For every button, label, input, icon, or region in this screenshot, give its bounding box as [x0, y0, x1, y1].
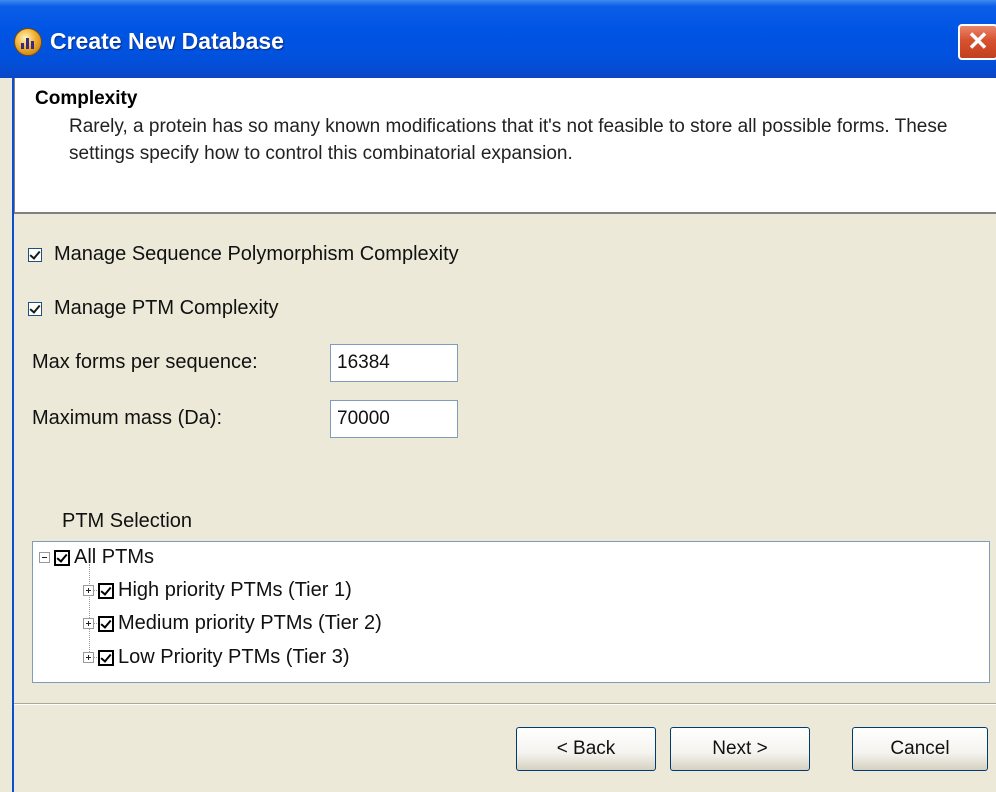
window-left-border	[0, 78, 14, 792]
back-button[interactable]: < Back	[516, 727, 656, 771]
tree-node-all-ptms[interactable]: All PTMs	[39, 546, 154, 569]
wizard-header: Complexity Rarely, a protein has so many…	[14, 78, 996, 214]
ptm-complexity-label: Manage PTM Complexity	[54, 297, 279, 319]
title-bar[interactable]: Create New Database ✕	[0, 0, 996, 78]
tree-node-tier-1[interactable]: High priority PTMs (Tier 1)	[83, 579, 352, 602]
tree-node-label: All PTMs	[74, 546, 154, 568]
ptm-selection-label: PTM Selection	[62, 510, 193, 532]
polymorphism-label: Manage Sequence Polymorphism Complexity	[54, 243, 459, 265]
max-mass-input[interactable]	[330, 400, 458, 438]
expand-icon[interactable]	[83, 652, 94, 663]
tier-3-checkbox[interactable]	[98, 649, 114, 666]
footer-divider	[14, 703, 996, 705]
tier-2-checkbox[interactable]	[98, 615, 114, 632]
page-description: Rarely, a protein has so many known modi…	[69, 116, 948, 164]
window-title: Create New Database	[50, 28, 284, 54]
all-ptms-checkbox[interactable]	[54, 549, 70, 566]
max-forms-label: Max forms per sequence:	[32, 351, 258, 373]
tree-node-tier-2[interactable]: Medium priority PTMs (Tier 2)	[83, 612, 382, 635]
polymorphism-checkbox[interactable]	[28, 247, 42, 262]
ptm-tree[interactable]: All PTMs High priority PTMs (Tier 1) Med…	[32, 541, 990, 683]
cancel-button[interactable]: Cancel	[852, 727, 988, 771]
tree-node-label: High priority PTMs (Tier 1)	[118, 579, 352, 601]
tree-node-label: Low Priority PTMs (Tier 3)	[118, 646, 350, 668]
max-forms-input[interactable]	[330, 344, 458, 382]
page-title: Complexity	[35, 88, 138, 109]
polymorphism-checkbox-row[interactable]: Manage Sequence Polymorphism Complexity	[28, 243, 459, 266]
tree-node-tier-3[interactable]: Low Priority PTMs (Tier 3)	[83, 646, 350, 669]
tree-node-label: Medium priority PTMs (Tier 2)	[118, 612, 382, 634]
collapse-icon[interactable]	[39, 552, 50, 563]
ptm-complexity-checkbox-row[interactable]: Manage PTM Complexity	[28, 297, 279, 320]
app-icon	[14, 28, 42, 56]
close-button[interactable]: ✕	[958, 24, 996, 60]
max-mass-label: Maximum mass (Da):	[32, 407, 223, 429]
tier-1-checkbox[interactable]	[98, 582, 114, 599]
expand-icon[interactable]	[83, 585, 94, 596]
next-button[interactable]: Next >	[670, 727, 810, 771]
ptm-complexity-checkbox[interactable]	[28, 301, 42, 316]
expand-icon[interactable]	[83, 618, 94, 629]
